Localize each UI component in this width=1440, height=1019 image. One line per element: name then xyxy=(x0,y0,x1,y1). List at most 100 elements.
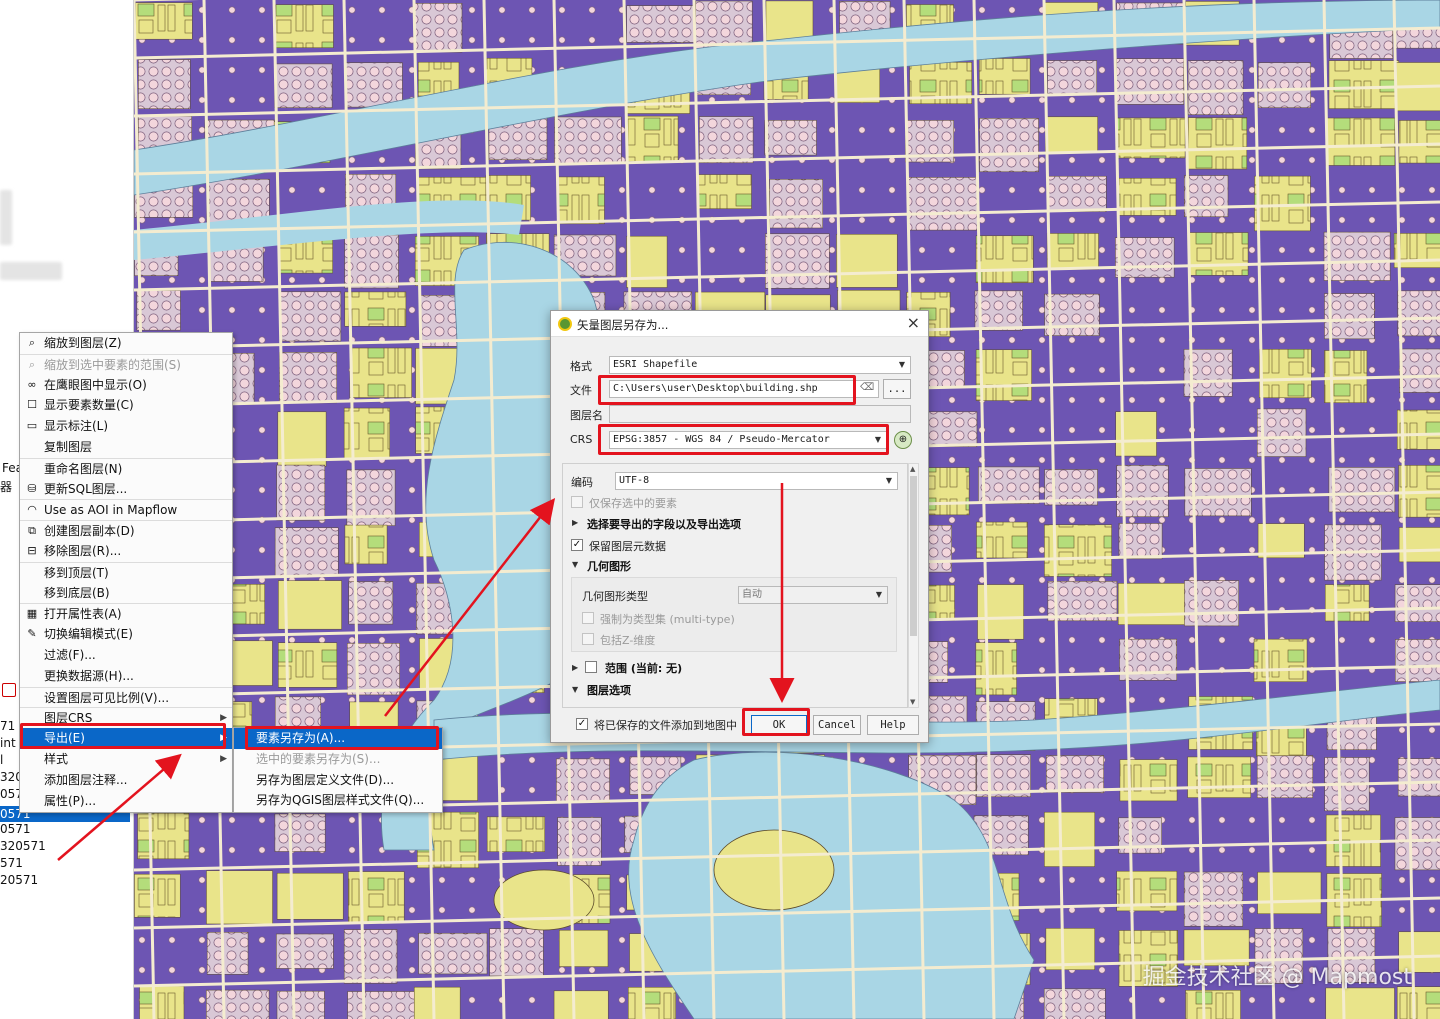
close-icon[interactable]: × xyxy=(907,313,920,332)
context-menu-item-label: 更新SQL图层... xyxy=(44,481,128,496)
export-submenu-item[interactable]: 要素另存为(A)... xyxy=(234,728,442,749)
context-menu-item[interactable]: 重命名图层(N) xyxy=(20,457,232,479)
context-menu-item-label: 移除图层(R)... xyxy=(44,543,122,558)
layer-fragment[interactable]: int xyxy=(0,736,16,750)
context-menu-item[interactable]: ◠ Use as AOI in Mapflow xyxy=(20,499,232,520)
context-menu-item[interactable]: 添加图层注释... xyxy=(20,770,232,791)
layer-fragment[interactable]: l xyxy=(0,753,3,767)
export-submenu-item-label: 另存为QGIS图层样式文件(Q)... xyxy=(256,793,425,808)
crs-select[interactable]: EPSG:3857 - WGS 84 / Pseudo-Mercator ▼ xyxy=(609,431,887,449)
context-menu-item[interactable]: ▭ 显示标注(L) xyxy=(20,416,232,437)
chevron-right-icon: ▶ xyxy=(220,753,227,764)
scroll-up-icon[interactable]: ▲ xyxy=(910,465,915,473)
context-menu-item[interactable]: ☐ 显示要素数量(C) xyxy=(20,395,232,416)
globe-crs-icon[interactable]: ⊕ xyxy=(894,431,912,449)
tool-icon[interactable] xyxy=(2,683,16,697)
context-menu-item[interactable]: 导出(E) ▶ xyxy=(20,728,232,749)
context-menu-item-label: Use as AOI in Mapflow xyxy=(44,503,178,518)
context-menu-item[interactable]: ▦ 打开属性表(A) xyxy=(20,603,232,624)
context-menu-item-label: 过滤(F)... xyxy=(44,647,96,662)
magnifier-icon: ⌕ xyxy=(28,336,36,349)
checkbox-icon: ☐ xyxy=(27,398,37,412)
format-select[interactable]: ESRI Shapefile ▼ xyxy=(609,356,911,374)
label-icon: ▭ xyxy=(26,419,38,433)
persist-metadata-label: 保留图层元数据 xyxy=(589,540,666,553)
context-menu-item-label: 导出(E) xyxy=(44,731,85,746)
add-to-map-checkbox[interactable]: ✓ xyxy=(576,718,588,730)
browse-button[interactable]: ... xyxy=(883,379,911,399)
encoding-select[interactable]: UTF-8 ▼ xyxy=(615,472,898,490)
context-menu-item[interactable]: ⊟ 移除图层(R)... xyxy=(20,541,232,562)
chevron-down-icon[interactable]: ▼ xyxy=(572,560,578,569)
scroll-down-icon[interactable]: ▼ xyxy=(910,698,915,706)
file-label: 文件 xyxy=(570,384,592,397)
include-z-label: 包括Z-维度 xyxy=(600,634,656,647)
context-menu-item[interactable]: ⧉ 创建图层副本(D) xyxy=(20,520,232,541)
context-menu-item-label: 添加图层注释... xyxy=(44,772,128,787)
context-menu-item[interactable]: 属性(P)... xyxy=(20,791,232,812)
layer-fragment[interactable]: 0571 xyxy=(0,822,31,836)
context-menu-item[interactable]: 设置图层可见比例(V)... xyxy=(20,686,232,708)
layer-fragment: 器 xyxy=(0,480,13,494)
options-scroll-area[interactable]: 编码 UTF-8 ▼ 仅保存选中的要素 ▶ 选择要导出的字段以及导出选项 ✓ 保… xyxy=(562,463,908,708)
include-z-checkbox[interactable] xyxy=(582,633,594,645)
layer-fragment[interactable]: 571 xyxy=(0,856,23,870)
geometry-section-header[interactable]: 几何图形 xyxy=(587,558,631,574)
chevron-right-icon[interactable]: ▶ xyxy=(572,518,578,527)
options-scrollbar[interactable]: ▲ ▼ xyxy=(908,463,919,708)
context-menu-item[interactable]: ⌕ 缩放到图层(Z) xyxy=(20,333,232,354)
extent-section-header[interactable]: 范围 (当前: 无) xyxy=(605,660,682,676)
context-menu-item[interactable]: 过滤(F)... xyxy=(20,645,232,666)
context-menu-item-label: 显示要素数量(C) xyxy=(44,398,134,413)
export-submenu-item[interactable]: 另存为图层定义文件(D)... xyxy=(234,770,442,791)
context-menu-item[interactable]: ⛁ 更新SQL图层... xyxy=(20,479,232,500)
context-menu-item[interactable]: ∞ 在鹰眼图中显示(O) xyxy=(20,375,232,396)
export-submenu-item[interactable]: 选中的要素另存为(S)... xyxy=(234,749,442,770)
blurred-text xyxy=(0,262,62,280)
context-menu-item[interactable]: 更换数据源(H)... xyxy=(20,666,232,687)
context-menu-item-label: 切换编辑模式(E) xyxy=(44,627,133,642)
context-menu-item[interactable]: 复制图层 xyxy=(20,437,232,458)
layer-name-label: 图层名 xyxy=(570,409,603,422)
database-icon: ⛁ xyxy=(27,481,37,495)
clear-field-icon[interactable]: ⌫ xyxy=(860,382,874,394)
persist-metadata-checkbox[interactable]: ✓ xyxy=(571,539,583,551)
context-menu-item[interactable]: 移到底层(B) xyxy=(20,583,232,604)
help-button[interactable]: Help xyxy=(867,715,919,735)
context-menu-item-label: 缩放到图层(Z) xyxy=(44,336,122,350)
context-menu-item[interactable]: 图层CRS ▶ xyxy=(20,707,232,728)
format-label: 格式 xyxy=(570,360,592,373)
export-submenu-item[interactable]: 另存为QGIS图层样式文件(Q)... xyxy=(234,790,442,811)
context-menu-item[interactable]: ⌕ 缩放到选中要素的范围(S) xyxy=(20,353,232,375)
blurred-text xyxy=(0,190,12,245)
layer-fragment[interactable]: 320571 xyxy=(0,839,46,853)
only-selected-checkbox[interactable] xyxy=(571,496,583,508)
context-menu-item-label: 设置图层可见比例(V)... xyxy=(44,690,170,705)
layer-fragment[interactable]: 71 xyxy=(0,719,15,733)
layer-name-input[interactable] xyxy=(609,405,911,423)
chevron-down-icon[interactable]: ▼ xyxy=(572,685,578,694)
fields-section-header[interactable]: 选择要导出的字段以及导出选项 xyxy=(587,516,741,532)
force-multi-checkbox[interactable] xyxy=(582,612,594,624)
context-menu-item-label: 移到顶层(T) xyxy=(44,565,109,580)
context-menu-item[interactable]: ✎ 切换编辑模式(E) xyxy=(20,624,232,645)
context-menu-item[interactable]: 移到顶层(T) xyxy=(20,561,232,583)
cancel-button[interactable]: Cancel xyxy=(813,715,861,735)
scrollbar-thumb[interactable] xyxy=(910,476,917,636)
binoculars-icon: ∞ xyxy=(27,377,37,391)
ok-button[interactable]: OK xyxy=(751,715,807,735)
pencil-icon: ✎ xyxy=(27,627,37,641)
layer-fragment[interactable]: 20571 xyxy=(0,873,38,887)
context-menu-item-label: 缩放到选中要素的范围(S) xyxy=(44,357,181,372)
watermark: 掘金技术社区 @ Mapmost xyxy=(1142,965,1412,990)
only-selected-label: 仅保存选中的要素 xyxy=(589,497,677,510)
context-menu-item-label: 属性(P)... xyxy=(44,793,97,808)
geometry-group: 几何图形类型 自动 ▼ 强制为类型集 (multi-type) 包括Z-维度 xyxy=(571,577,897,652)
geometry-type-select[interactable]: 自动 ▼ xyxy=(738,586,888,604)
file-path-input[interactable]: C:\Users\user\Desktop\building.shp xyxy=(609,380,879,398)
chevron-right-icon[interactable]: ▶ xyxy=(572,663,578,672)
context-menu-item[interactable]: 样式 ▶ xyxy=(20,749,232,770)
extent-checkbox[interactable] xyxy=(585,661,597,673)
encoding-value: UTF-8 xyxy=(619,475,650,486)
layer-options-section-header[interactable]: 图层选项 xyxy=(587,682,631,698)
